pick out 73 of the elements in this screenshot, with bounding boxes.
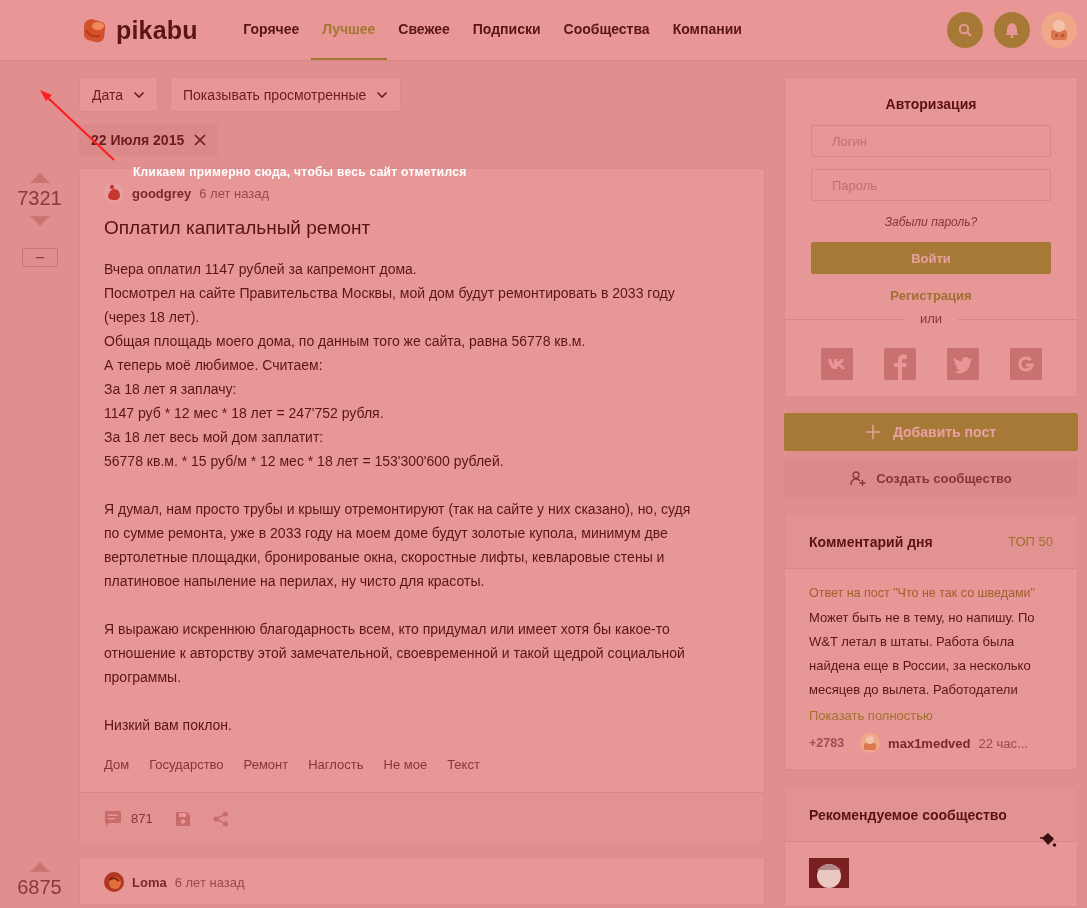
minus-icon (35, 256, 44, 259)
nav-tab[interactable]: Подписки (461, 0, 553, 60)
tag-link[interactable]: Не мое (383, 757, 428, 772)
tag-link[interactable]: Ремонт (243, 757, 289, 772)
user-avatar-icon[interactable] (104, 183, 124, 203)
nav-tab[interactable]: Свежее (386, 0, 462, 60)
post-text: Я выражаю искреннюю благодарность всем, кто придумал или имеет хотя бы какое-то отношение к авторству этой замечательной, своевременной и такой щедрой социальной программы. (104, 620, 686, 687)
add-user-icon (850, 470, 867, 486)
post-text: Низкий вам поклон. (104, 716, 233, 735)
author-link[interactable]: goodgrey (132, 185, 192, 201)
paint-bucket-icon[interactable] (1039, 832, 1057, 850)
user-avatar-icon[interactable] (104, 872, 124, 892)
close-icon[interactable] (194, 134, 207, 146)
upvote-icon[interactable] (29, 862, 50, 872)
create-community-button[interactable]: Создать сообщество (784, 459, 1078, 497)
comment-icon (104, 809, 122, 828)
tag-link[interactable]: Текст (447, 757, 480, 772)
post-text: 56778 кв.м. * 15 руб/м * 12 мес * 18 лет = 153'300'600 рублей. (104, 452, 505, 471)
twitter-logo-icon[interactable] (946, 348, 979, 380)
post-text: 1147 руб * 12 мес * 18 лет = 247'752 рубля. (104, 404, 385, 423)
share-icon[interactable] (212, 810, 229, 827)
facebook-logo-icon[interactable] (883, 348, 916, 380)
card-title: Комментарий дня (809, 533, 933, 550)
top-link[interactable]: ТОП 50 (1008, 534, 1053, 549)
nav-tab[interactable]: Компании (661, 0, 754, 60)
logo-text[interactable]: pikabu (116, 15, 198, 45)
save-icon[interactable] (174, 810, 191, 827)
author-link[interactable]: max1medved (888, 735, 971, 751)
post-time: 6 лет назад (174, 874, 245, 890)
post-text: Общая площадь моего дома, по данным того же сайта, равна 56778 кв.м. (104, 332, 587, 351)
tag-link[interactable]: Государство (149, 757, 224, 772)
avatar-icon[interactable] (1041, 12, 1077, 48)
filter-dropdown[interactable]: Показывать просмотренные (170, 77, 402, 112)
chevron-down-icon (133, 90, 145, 99)
author-link[interactable]: Loma (132, 874, 167, 890)
upvote-icon[interactable] (29, 173, 50, 183)
register-link[interactable]: Регистрация (890, 288, 972, 303)
google-logo-icon[interactable] (1009, 348, 1042, 380)
post-time: 6 лет назад (199, 185, 270, 201)
tag-link[interactable]: Наглость (308, 757, 364, 772)
post-text: Вчера оплатил 1147 рублей за капремонт дома. (104, 260, 418, 279)
post-text: За 18 лет весь мой дом заплатит: (104, 428, 325, 447)
bell-icon (1005, 22, 1019, 38)
notifications-button[interactable] (994, 12, 1030, 48)
show-more-link[interactable]: Показать полностью (809, 708, 1053, 723)
comment-time: 22 час... (978, 735, 1028, 751)
comment-rating: +2783 (809, 736, 845, 750)
hide-post-button[interactable] (21, 248, 58, 267)
annotation-text: Кликаем примерно сюда, чтобы весь сайт отметился (133, 165, 467, 179)
vk-logo-icon[interactable] (820, 348, 853, 380)
rating-count: 6875 (17, 876, 62, 899)
auth-title: Авторизация (885, 96, 977, 112)
plus-icon (865, 425, 880, 440)
nav-tab[interactable]: Сообщества (552, 0, 662, 60)
filter-dropdown[interactable]: Дата (79, 77, 158, 112)
user-avatar-icon[interactable] (860, 733, 881, 753)
rating-count: 7321 (17, 187, 62, 210)
comment-text: Может быть не в тему, но напишу. По W&T летал в штаты. Работа была найдена еще в России, за несколько месяцев до вылета. Работодатели (809, 609, 1036, 699)
tag-link[interactable]: Дом (104, 757, 130, 772)
post-text: Посмотрел на сайте Правительства Москвы, мой дом будут ремонтировать в 2033 году (через 18 лет). (104, 284, 676, 327)
comments-button[interactable]: 871 (104, 809, 153, 828)
search-button[interactable] (947, 12, 983, 48)
card-title: Рекомендуемое сообщество (785, 788, 1077, 842)
search-icon (958, 23, 972, 37)
forgot-password-link[interactable]: Забыли пароль? (884, 215, 978, 229)
nav-tab[interactable]: Горячее (231, 0, 311, 60)
chevron-down-icon (376, 90, 389, 99)
post-text: За 18 лет я заплачу: (104, 380, 238, 399)
post-title[interactable]: Оплатил капитальный ремонт (104, 217, 740, 239)
post-text: А теперь моё любимое. Считаем: (104, 356, 324, 375)
post-text: Я думал, нам просто трубы и крышу отремонтируют (так на сайте у них сказано), но, судя по сумме ремонта, уже в 2033 году на моем доме будут золотые купола, минимум две вертолетные площадки, бронированые окна, скоростные лифты, кевларовые стены и платиновое напыление на перилах, ну чисто для красоты. (104, 500, 692, 591)
post-link[interactable]: Ответ на пост "Что не так со шведами" (809, 586, 1053, 600)
downvote-icon[interactable] (29, 216, 50, 226)
